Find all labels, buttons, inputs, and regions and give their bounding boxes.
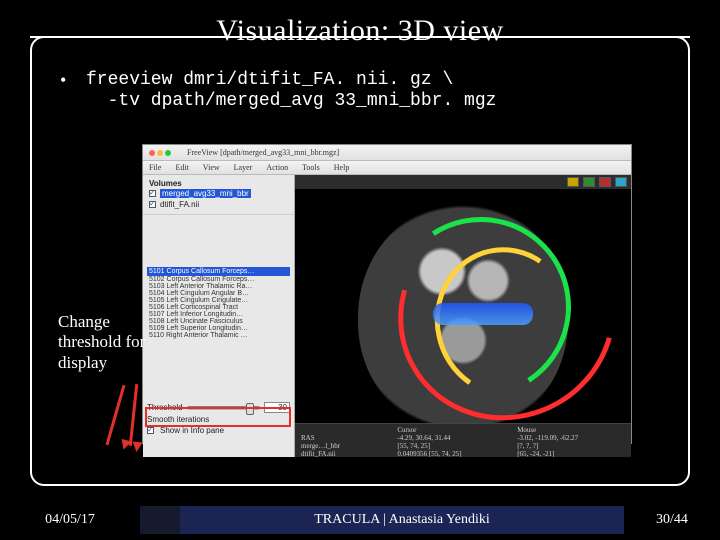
volume-item-merged[interactable]: merged_avg33_mni_bbr bbox=[149, 188, 288, 199]
view-btn-c[interactable] bbox=[615, 177, 627, 187]
volumes-list: Volumes merged_avg33_mni_bbr dtifit_FA.n… bbox=[143, 175, 294, 215]
tract-row[interactable]: 5102 Corpus Callosum Forceps… bbox=[147, 276, 290, 283]
tract-blue-icon bbox=[433, 303, 533, 325]
status-mouse-col: Mouse -3.02, -119.09, -62.27 [?, ?, ?] [… bbox=[511, 424, 631, 457]
freeview-screenshot: FreeView [dpath/merged_avg33_mni_bbr.mgz… bbox=[142, 144, 632, 444]
indent-spacer bbox=[60, 91, 74, 111]
menubar: FreeView [dpath/merged_avg33_mni_bbr.mgz… bbox=[143, 145, 631, 161]
view-btn-r[interactable] bbox=[599, 177, 611, 187]
status-ras-mouse: -3.02, -119.09, -62.27 bbox=[517, 434, 625, 442]
status-fa-label: dtifit_FA.nii bbox=[301, 450, 385, 457]
footer-date: 04/05/17 bbox=[0, 512, 140, 528]
status-mouse-header: Mouse bbox=[517, 426, 625, 434]
content-panel: • freeview dmri/dtifit_FA. nii. gz \ -tv… bbox=[30, 36, 690, 486]
tract-row[interactable]: 5105 Left Cingulum Cingulate… bbox=[147, 297, 290, 304]
tract-row[interactable]: 5108 Left Uncinate Fasciculus bbox=[147, 318, 290, 325]
arrow-line-icon bbox=[106, 385, 126, 445]
threshold-input[interactable]: 30 bbox=[264, 402, 290, 413]
status-ras-cursor: -4.29, 30.64, 31.44 bbox=[397, 434, 505, 442]
menu-help[interactable]: Help bbox=[334, 163, 350, 172]
callout-text: Change threshold for display bbox=[58, 312, 152, 373]
menu-items: File Edit View Layer Action Tools Help bbox=[143, 161, 631, 175]
menu-file[interactable]: File bbox=[149, 163, 161, 172]
status-cursor-col: Cursor -4.29, 30.64, 31.44 [55, 74, 25] … bbox=[391, 424, 511, 457]
footer-accent bbox=[140, 506, 180, 534]
command-line-1: freeview dmri/dtifit_FA. nii. gz \ bbox=[86, 70, 453, 91]
screenshot-body: Volumes merged_avg33_mni_bbr dtifit_FA.n… bbox=[143, 175, 631, 457]
menu-view[interactable]: View bbox=[203, 163, 220, 172]
status-rows: RAS merge…l_bbr dtifit_FA.nii bbox=[295, 424, 391, 457]
volume-label: dtifit_FA.nii bbox=[160, 200, 199, 209]
volume-label: merged_avg33_mni_bbr bbox=[160, 189, 251, 198]
view-btn-g[interactable] bbox=[583, 177, 595, 187]
window-title: FreeView [dpath/merged_avg33_mni_bbr.mgz… bbox=[187, 148, 339, 157]
footer-title: TRACULA | Anastasia Yendiki bbox=[180, 506, 624, 534]
status-bar: RAS merge…l_bbr dtifit_FA.nii Cursor -4.… bbox=[295, 423, 631, 457]
bullet-dot: • bbox=[60, 70, 74, 91]
menu-action[interactable]: Action bbox=[266, 163, 288, 172]
tract-row[interactable]: 5104 Left Cingulum Angular B… bbox=[147, 290, 290, 297]
arrow-head-icon bbox=[132, 442, 143, 453]
status-ras-label: RAS bbox=[301, 434, 385, 442]
menu-layer[interactable]: Layer bbox=[234, 163, 253, 172]
status-cursor-header: Cursor bbox=[397, 426, 505, 434]
tract-row[interactable]: 5107 Left Inferior Longitudin… bbox=[147, 311, 290, 318]
footer-page: 30/44 bbox=[624, 512, 720, 528]
tracts-list: 5101 Corpus Callosum Forceps… 5102 Corpu… bbox=[143, 265, 294, 341]
status-fa-cursor: 0.0409356 [55, 74, 25] bbox=[397, 450, 505, 457]
threshold-slider[interactable] bbox=[187, 406, 260, 410]
slide: Visualization: 3D view • freeview dmri/d… bbox=[0, 0, 720, 540]
tract-selected[interactable]: 5101 Corpus Callosum Forceps… bbox=[147, 267, 290, 276]
view-toolbar bbox=[295, 175, 631, 189]
status-merge-label: merge…l_bbr bbox=[301, 442, 385, 450]
checkbox-icon[interactable] bbox=[149, 190, 156, 197]
3d-viewport[interactable]: RAS merge…l_bbr dtifit_FA.nii Cursor -4.… bbox=[295, 175, 631, 457]
arrow-line-icon bbox=[129, 384, 138, 446]
footer: 04/05/17 TRACULA | Anastasia Yendiki 30/… bbox=[0, 506, 720, 534]
menu-tools[interactable]: Tools bbox=[302, 163, 320, 172]
tract-row[interactable]: 5110 Right Anterior Thalamic … bbox=[147, 332, 290, 339]
command-block: • freeview dmri/dtifit_FA. nii. gz \ -tv… bbox=[60, 70, 668, 111]
menu-edit[interactable]: Edit bbox=[175, 163, 188, 172]
volumes-header: Volumes bbox=[149, 179, 288, 188]
status-merge-mouse: [?, ?, ?] bbox=[517, 442, 625, 450]
command-line-2: -tv dpath/merged_avg 33_mni_bbr. mgz bbox=[86, 91, 496, 111]
status-fa-mouse: [65, -24, -21] bbox=[517, 450, 625, 457]
tract-row[interactable]: 5103 Left Anterior Thalamic Ra… bbox=[147, 283, 290, 290]
volume-item-fa[interactable]: dtifit_FA.nii bbox=[149, 199, 288, 210]
callout-arrows bbox=[86, 384, 186, 464]
view-btn-y[interactable] bbox=[567, 177, 579, 187]
zoom-dot-icon bbox=[165, 150, 171, 156]
tract-row[interactable]: 5106 Left Corticospinal Tract bbox=[147, 304, 290, 311]
close-dot-icon bbox=[149, 150, 155, 156]
checkbox-icon[interactable] bbox=[149, 201, 156, 208]
status-merge-cursor: [55, 74, 25] bbox=[397, 442, 505, 450]
traffic-lights bbox=[149, 150, 171, 156]
tract-row[interactable]: 5109 Left Superior Longitudin… bbox=[147, 325, 290, 332]
minimize-dot-icon bbox=[157, 150, 163, 156]
footer-mid: TRACULA | Anastasia Yendiki bbox=[140, 506, 624, 534]
